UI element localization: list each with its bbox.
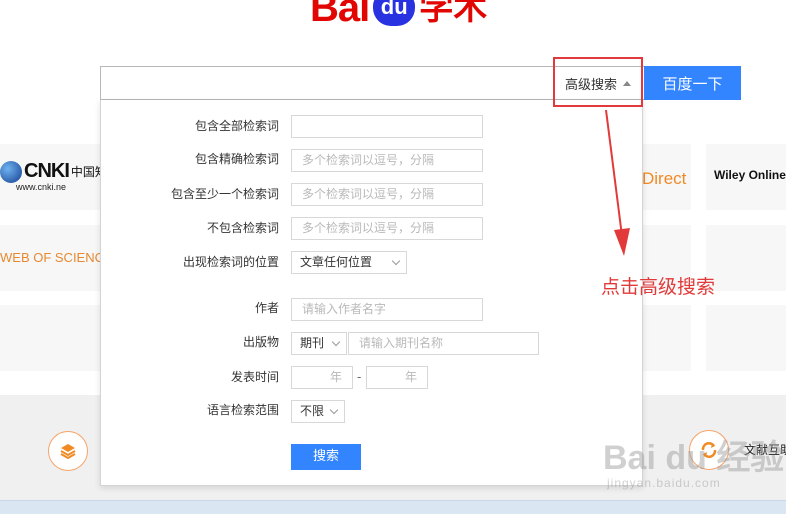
advanced-search-label: 高级搜索 (564, 77, 617, 93)
label-exact-phrase: 包含精确检索词 (194, 152, 279, 166)
word-position-select[interactable]: 文章任何位置 (291, 251, 407, 274)
search-button[interactable]: 百度一下 (644, 66, 741, 100)
label-publication: 出版物 (242, 335, 279, 349)
label-word-position: 出现检索词的位置 (182, 255, 279, 269)
publication-type-value: 期刊 (300, 336, 325, 350)
chevron-down-icon (329, 405, 339, 415)
year-range-dash: - (357, 370, 362, 384)
source-tile-empty-1[interactable] (0, 305, 100, 371)
advanced-search-panel: 包含全部检索词 包含精确检索词 多个检索词以逗号，分隔 包含至少一个检索词 多个… (100, 100, 643, 486)
arrow-icon (605, 109, 630, 256)
language-value: 不限 (300, 404, 325, 418)
word-position-value: 文章任何位置 (300, 255, 373, 269)
bottom-strip (0, 500, 786, 514)
source-tile-empty-4[interactable] (643, 305, 691, 371)
logo-paw: du (373, 0, 416, 26)
publication-type-select[interactable]: 期刊 (291, 332, 347, 355)
label-author: 作者 (254, 301, 279, 315)
publication-name-input[interactable]: 请输入期刊名称 (348, 332, 539, 355)
page: Bai du 学术 CNKI 中国知 www.cnki.ne WEB OF SC… (0, 0, 786, 514)
label-exclude-words: 不包含检索词 (206, 221, 279, 235)
logo-text-xueshu: 学术 (419, 0, 488, 27)
exclude-words-input[interactable]: 多个检索词以逗号，分隔 (291, 217, 483, 240)
cnki-url: www.cnki.ne (16, 182, 67, 192)
source-tile-empty-3[interactable] (706, 225, 786, 291)
any-words-input[interactable]: 多个检索词以逗号，分隔 (291, 183, 483, 206)
cnki-logo: CNKI 中国知 (0, 160, 107, 183)
advanced-search-toggle[interactable]: 高级搜索 (556, 68, 640, 98)
year-to-input[interactable]: 年 (366, 366, 428, 389)
chevron-down-icon (391, 256, 401, 266)
watermark: Bai du 经验 jingyan.baidu.com (603, 440, 784, 490)
source-tile-empty-5[interactable] (706, 305, 786, 371)
author-input[interactable]: 请输入作者名字 (291, 298, 483, 321)
label-publish-time: 发表时间 (230, 370, 279, 384)
label-all-words: 包含全部检索词 (194, 119, 279, 133)
advanced-search-submit-button[interactable]: 搜索 (291, 444, 361, 470)
triangle-up-icon (623, 80, 631, 86)
year-from-input[interactable]: 年 (291, 366, 353, 389)
cnki-brand: CNKI (24, 160, 70, 182)
language-select[interactable]: 不限 (291, 400, 345, 423)
exact-phrase-input[interactable]: 多个检索词以逗号，分隔 (291, 149, 483, 172)
label-any-words: 包含至少一个检索词 (170, 187, 279, 201)
label-language: 语言检索范围 (206, 403, 279, 417)
all-words-input[interactable] (291, 115, 483, 138)
wos-logo: WEB OF SCIENCE (0, 250, 113, 265)
annotation-text: 点击高级搜索 (601, 276, 716, 298)
logo-text-bai: Bai (310, 0, 370, 30)
baidu-scholar-logo[interactable]: Bai du 学术 (310, 0, 487, 30)
watermark-big: Bai du 经验 (603, 439, 785, 477)
watermark-small: jingyan.baidu.com (607, 476, 721, 490)
wiley-logo: Wiley Online (714, 168, 786, 182)
chevron-down-icon (331, 337, 341, 347)
globe-icon (0, 160, 22, 183)
stack-icon[interactable] (48, 431, 88, 471)
